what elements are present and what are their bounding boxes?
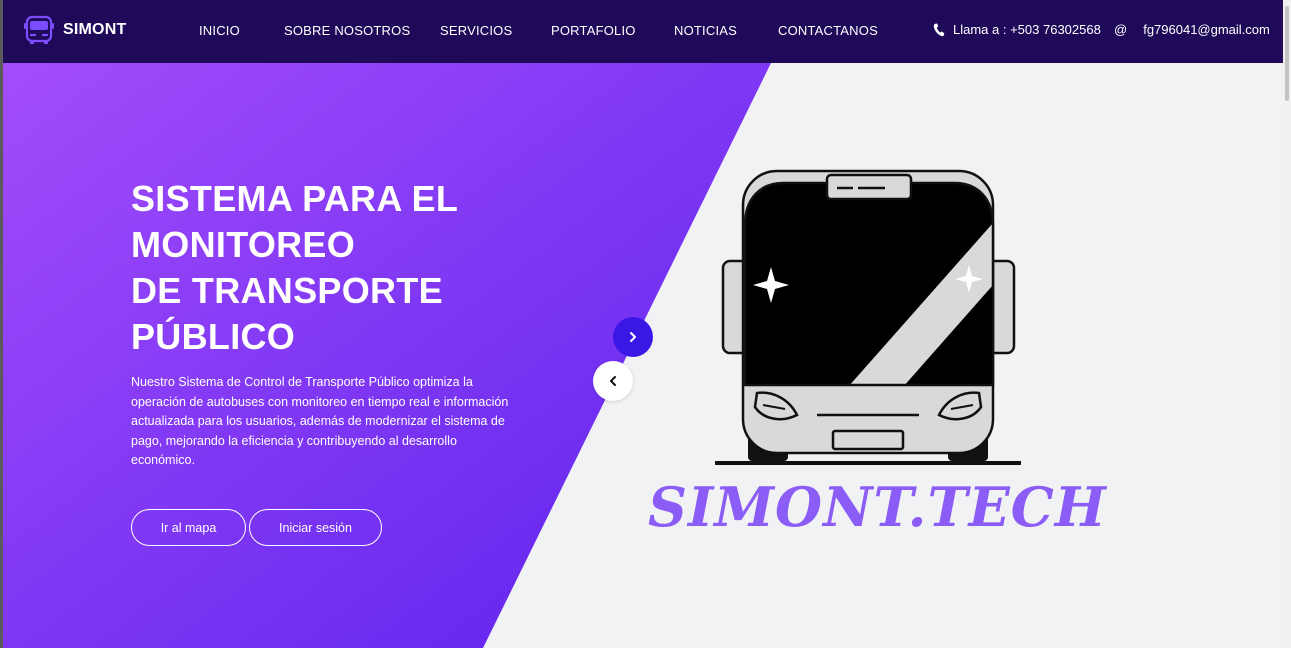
hero-slider: SISTEMA PARA EL MONITOREO DE TRANSPORTE … xyxy=(3,63,1283,648)
hero-title-line: DE TRANSPORTE xyxy=(131,270,443,311)
slider-prev-button[interactable] xyxy=(593,361,633,401)
scrollbar-thumb[interactable] xyxy=(1285,6,1289,101)
phone-contact[interactable]: Llama a : +503 76302568 xyxy=(933,22,1101,37)
nav-link-servicios[interactable]: SERVICIOS xyxy=(440,23,512,38)
nav-link-noticias[interactable]: NOTICIAS xyxy=(674,23,737,38)
hero-title-line: PÚBLICO xyxy=(131,316,296,357)
hero-description: Nuestro Sistema de Control de Transporte… xyxy=(131,375,509,467)
phone-text: Llama a : +503 76302568 xyxy=(953,22,1101,37)
login-button[interactable]: Iniciar sesión xyxy=(249,509,382,546)
slider-next-button[interactable] xyxy=(613,317,653,357)
map-button[interactable]: Ir al mapa xyxy=(131,509,246,546)
nav-link-inicio[interactable]: INICIO xyxy=(199,23,240,38)
chevron-left-icon xyxy=(610,376,616,386)
brand-logo-text: SIMONT.TECH xyxy=(648,475,1107,539)
navbar: SIMONT INICIO SOBRE NOSOTROS SERVICIOS P… xyxy=(3,0,1283,63)
phone-icon xyxy=(933,23,945,36)
email-text: fg796041@gmail.com xyxy=(1143,22,1270,37)
nav-link-contactanos[interactable]: CONTACTANOS xyxy=(778,23,878,38)
page-scrollbar[interactable] xyxy=(1283,0,1291,648)
hero-title-line: MONITOREO xyxy=(131,224,356,265)
hero-title-line: SISTEMA PARA EL xyxy=(131,178,459,219)
email-contact[interactable]: @ fg796041@gmail.com xyxy=(1114,22,1270,37)
chevron-right-icon xyxy=(630,332,636,342)
hero-title: SISTEMA PARA EL MONITOREO DE TRANSPORTE … xyxy=(131,176,551,360)
bus-front-icon xyxy=(715,169,1021,465)
at-symbol: @ xyxy=(1114,22,1128,37)
nav-link-sobre-nosotros[interactable]: SOBRE NOSOTROS xyxy=(284,23,410,38)
nav-link-portafolio[interactable]: PORTAFOLIO xyxy=(551,23,636,38)
